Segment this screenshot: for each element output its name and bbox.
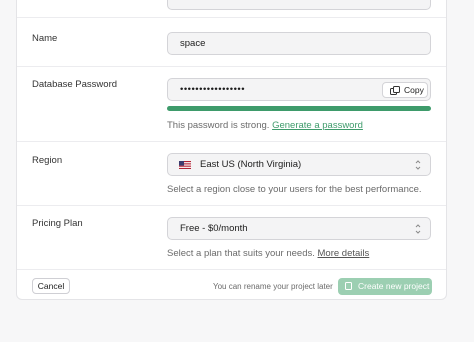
plan-select[interactable]: Free - $0/month bbox=[167, 217, 431, 240]
box-icon bbox=[345, 282, 352, 290]
password-hint: This password is strong. Generate a pass… bbox=[167, 120, 363, 131]
cancel-button[interactable]: Cancel bbox=[32, 278, 70, 294]
chevron-up-down-icon bbox=[415, 160, 421, 170]
rename-note: You can rename your project later bbox=[213, 282, 333, 291]
copy-icon bbox=[390, 86, 400, 95]
plan-label: Pricing Plan bbox=[32, 218, 83, 229]
more-details-link[interactable]: More details bbox=[318, 248, 370, 259]
plan-select-value: Free - $0/month bbox=[180, 223, 248, 234]
password-hint-text: This password is strong. bbox=[167, 120, 270, 131]
plan-hint: Select a plan that suits your needs. Mor… bbox=[167, 248, 369, 259]
plan-hint-text: Select a plan that suits your needs. bbox=[167, 248, 315, 259]
create-project-label: Create new project bbox=[358, 281, 430, 291]
generate-password-link[interactable]: Generate a password bbox=[272, 120, 363, 131]
password-label: Database Password bbox=[32, 79, 118, 90]
divider bbox=[17, 205, 446, 206]
name-label: Name bbox=[32, 33, 58, 44]
divider bbox=[17, 66, 446, 67]
create-project-button[interactable]: Create new project bbox=[338, 278, 432, 295]
organization-select[interactable] bbox=[167, 0, 431, 10]
chevron-up-down-icon bbox=[415, 224, 421, 234]
new-project-form-card: Name space Database Password •••••••••••… bbox=[16, 0, 447, 300]
region-label: Region bbox=[32, 155, 63, 166]
divider bbox=[17, 269, 446, 270]
password-input[interactable]: ••••••••••••••••• Copy bbox=[167, 78, 431, 101]
divider bbox=[17, 17, 446, 18]
password-strength-bar bbox=[167, 106, 431, 111]
divider bbox=[17, 141, 446, 142]
region-hint: Select a region close to your users for … bbox=[167, 184, 422, 195]
region-select[interactable]: East US (North Virginia) bbox=[167, 153, 431, 176]
copy-password-button[interactable]: Copy bbox=[382, 82, 428, 98]
name-input-value: space bbox=[180, 38, 206, 49]
region-select-value: East US (North Virginia) bbox=[200, 159, 302, 170]
name-input[interactable]: space bbox=[167, 32, 431, 55]
password-input-value: ••••••••••••••••• bbox=[180, 84, 246, 95]
copy-button-label: Copy bbox=[404, 85, 424, 95]
us-flag-icon bbox=[179, 161, 191, 169]
